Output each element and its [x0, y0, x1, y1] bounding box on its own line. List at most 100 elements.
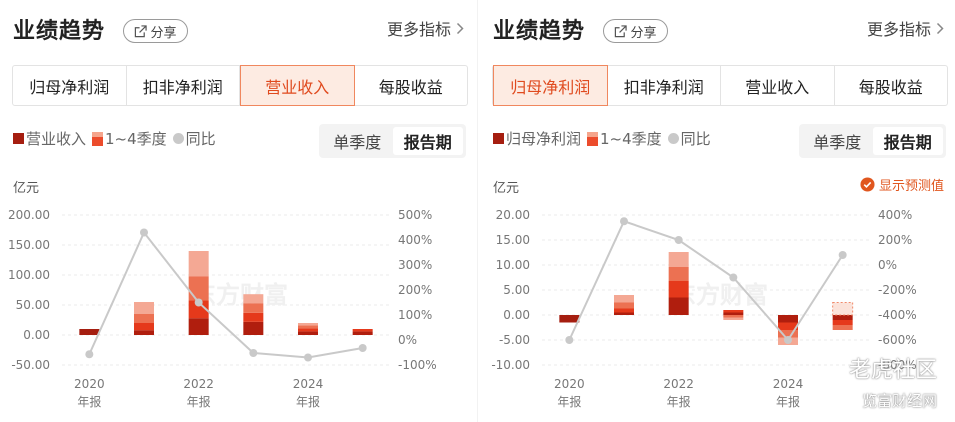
quarter-bar: [243, 312, 264, 322]
legend-swatch: [92, 131, 104, 146]
quarter-bar: [352, 329, 373, 332]
x-tick-year: 2022: [663, 377, 694, 391]
legend-label: 归母净利润: [506, 130, 582, 148]
y2-tick-label: 300%: [398, 258, 432, 272]
unit-label: 亿元: [493, 181, 520, 196]
y-tick-label: -5.00: [499, 333, 530, 347]
legend-item-quarters[interactable]: 1~4季度: [92, 128, 167, 149]
tab-revenue[interactable]: 营业收入: [721, 66, 835, 105]
quarter-bar: [243, 321, 264, 335]
x-tick-year: 2024: [773, 377, 804, 391]
metric-tabs: 归母净利润 扣非净利润 营业收入 每股收益: [12, 65, 468, 106]
quarter-bar: [668, 252, 689, 267]
legend-label: 同比: [185, 130, 216, 148]
y2-tick-label: 400%: [878, 208, 912, 222]
show-forecast-toggle[interactable]: 显示预测值: [860, 175, 944, 194]
y-tick-label: 0.00: [23, 328, 50, 342]
legend-label: 1~4季度: [105, 130, 167, 148]
tab-eps[interactable]: 每股收益: [835, 66, 948, 105]
quarter-bar: [832, 320, 853, 325]
revenue-chart: 200.00 150.00 100.00 50.00 0.00 -50.00 500% 400…: [8, 208, 437, 409]
yoy-point: [729, 273, 738, 282]
more-metrics-label: 更多指标: [386, 20, 451, 39]
x-tick-sub: 年报: [77, 394, 101, 409]
quarter-bar: [832, 315, 853, 320]
yoy-point: [249, 349, 258, 357]
annual-bar: [79, 329, 100, 335]
more-metrics-link[interactable]: 更多指标: [387, 16, 464, 40]
quarter-bar: [668, 267, 689, 281]
y-tick-label: 10.00: [496, 258, 530, 272]
quarter-bar: [832, 325, 853, 330]
y-tick-label: 20.00: [496, 208, 530, 222]
quarter-bar: [723, 312, 744, 315]
report-period-button[interactable]: 报告期: [872, 127, 943, 155]
legend-swatch: [13, 133, 24, 144]
quarter-bar: [134, 302, 154, 314]
tab-eps[interactable]: 每股收益: [355, 66, 468, 105]
x-tick-year: 2022: [183, 377, 214, 391]
share-button[interactable]: 分享: [603, 19, 668, 43]
tab-net-profit[interactable]: 归母净利润: [493, 65, 608, 106]
x-tick-sub: 年报: [776, 394, 800, 409]
tab-revenue[interactable]: 营业收入: [240, 65, 355, 106]
more-metrics-label: 更多指标: [866, 20, 931, 39]
check-circle-icon: [860, 177, 875, 192]
y2-tick-label: 200%: [398, 283, 432, 297]
quarter-bar: [134, 314, 154, 323]
yoy-point: [565, 336, 574, 344]
legend-swatch: [493, 133, 504, 144]
x-tick-sub: 年报: [296, 394, 320, 409]
y2-tick-label: -600%: [878, 333, 917, 347]
y2-tick-label: 100%: [398, 308, 432, 322]
y2-tick-label: -200%: [878, 283, 917, 297]
quarter-bar: [188, 318, 209, 335]
y2-tick-label: -400%: [878, 308, 917, 322]
yoy-point: [140, 228, 148, 237]
tab-deducted-net-profit[interactable]: 扣非净利润: [127, 66, 240, 105]
yoy-point: [194, 298, 203, 307]
yoy-point: [358, 344, 367, 352]
report-period-button[interactable]: 报告期: [392, 127, 463, 155]
earnings-trend-panel-revenue: 业绩趋势 分享 更多指标 归母净利润 扣非净利润 营业收入 每股收益 营业收入 …: [0, 0, 476, 422]
chart-legend: 归母净利润 1~4季度 同比: [493, 128, 717, 149]
yoy-point: [784, 336, 792, 344]
single-quarter-button[interactable]: 单季度: [802, 127, 873, 155]
legend-item-annual[interactable]: 营业收入: [13, 128, 86, 149]
legend-item-yoy[interactable]: 同比: [172, 128, 216, 149]
chevron-right-icon: [936, 22, 944, 34]
tab-net-profit[interactable]: 归母净利润: [13, 66, 127, 105]
more-metrics-link[interactable]: 更多指标: [867, 16, 944, 40]
legend-label: 同比: [680, 130, 711, 148]
y2-tick-label: 0%: [398, 333, 417, 347]
x-tick-sub: 年报: [667, 394, 691, 409]
panel-title: 业绩趋势: [13, 19, 106, 44]
tab-deducted-net-profit[interactable]: 扣非净利润: [608, 66, 721, 105]
quarter-bar: [188, 251, 209, 277]
yoy-point: [304, 353, 312, 362]
legend-item-yoy[interactable]: 同比: [667, 128, 711, 149]
panel-title: 业绩趋势: [493, 19, 586, 44]
quarter-bar: [614, 312, 634, 315]
y-tick-label: 50.00: [16, 298, 50, 312]
quarter-bar: [614, 295, 634, 303]
x-tick-sub: 年报: [557, 394, 581, 409]
quarter-bar: [614, 308, 634, 313]
y-tick-label: 5.00: [503, 283, 530, 297]
single-quarter-button[interactable]: 单季度: [322, 127, 393, 155]
watermark-lanfu-finance: 览富财经网: [861, 392, 937, 410]
quarter-bar: [614, 302, 634, 309]
legend-label: 营业收入: [26, 130, 87, 148]
quarter-bar: [668, 281, 689, 298]
y-tick-label: 150.00: [8, 238, 50, 252]
y2-tick-label: -100%: [398, 358, 437, 372]
share-button[interactable]: 分享: [123, 19, 188, 43]
share-icon: [615, 24, 628, 37]
yoy-point: [85, 350, 94, 359]
legend-item-annual[interactable]: 归母净利润: [493, 128, 581, 149]
share-label: 分享: [630, 25, 657, 41]
legend-label: 1~4季度: [600, 130, 662, 148]
quarter-bar: [723, 315, 744, 318]
y-tick-label: -50.00: [11, 358, 50, 372]
legend-item-quarters[interactable]: 1~4季度: [587, 128, 662, 149]
